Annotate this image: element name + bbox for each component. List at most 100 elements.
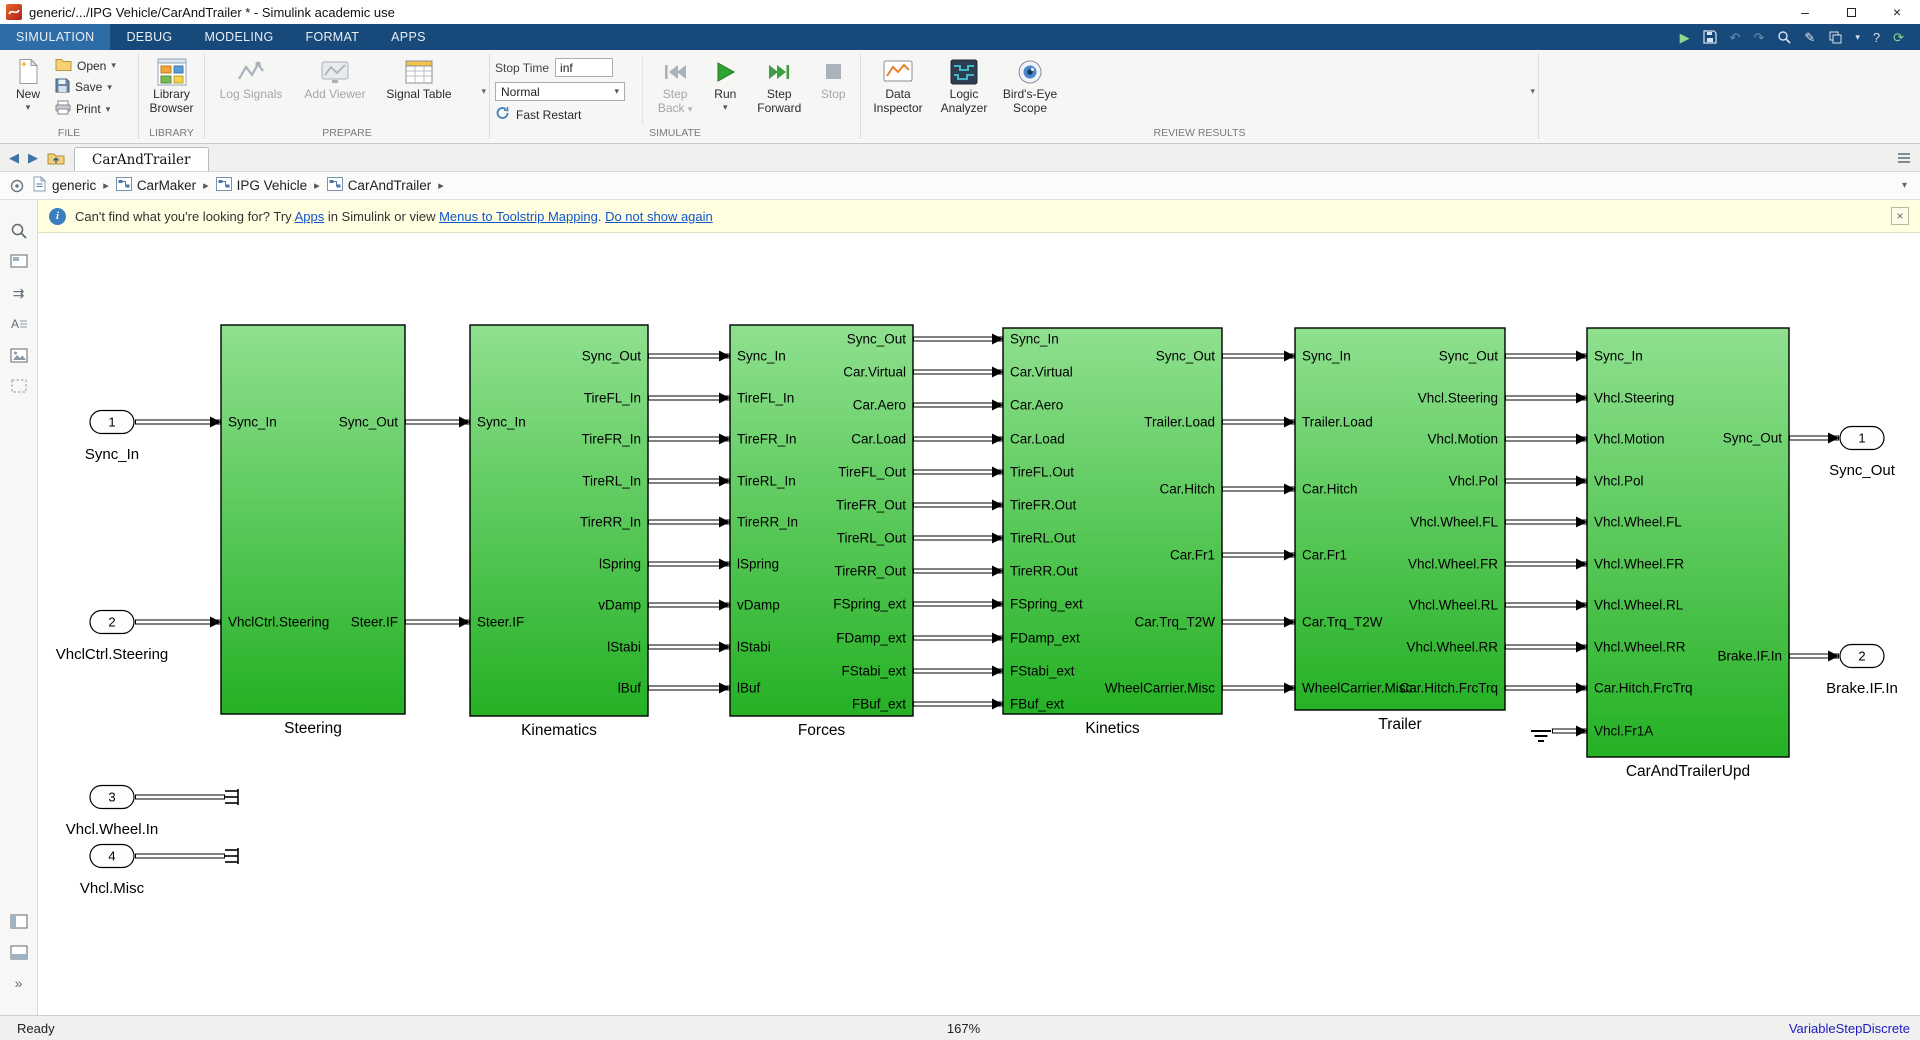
close-button[interactable]: × bbox=[1874, 0, 1920, 24]
outport-Brake.IF.In[interactable]: 2 Brake.IF.In bbox=[1826, 643, 1898, 698]
signal-wire[interactable] bbox=[913, 598, 1003, 610]
signal-wire[interactable] bbox=[1222, 682, 1295, 694]
outport-Sync_Out[interactable]: 1 Sync_Out bbox=[1829, 425, 1896, 480]
inport-Sync_In[interactable]: 1 Sync_In bbox=[85, 409, 139, 464]
tab-debug[interactable]: DEBUG bbox=[110, 24, 188, 50]
minimize-button[interactable]: – bbox=[1782, 0, 1828, 24]
signal-wire[interactable] bbox=[913, 665, 1003, 677]
library-browser-button[interactable]: Library Browser bbox=[144, 54, 199, 118]
signal-wire[interactable] bbox=[135, 416, 221, 428]
signal-wire[interactable] bbox=[1505, 433, 1587, 445]
select-area-icon[interactable] bbox=[9, 376, 29, 396]
subsystem-block-Trailer[interactable]: Sync_In Trailer.Load Car.Hitch Car.Fr1 Car.T… bbox=[1294, 327, 1506, 733]
signal-wire[interactable] bbox=[135, 616, 221, 628]
signal-wire[interactable] bbox=[648, 682, 730, 694]
signal-wire[interactable] bbox=[1222, 616, 1295, 628]
more-options-icon[interactable]: ▾ bbox=[1855, 32, 1860, 42]
signal-wire[interactable] bbox=[1222, 350, 1295, 362]
run-button[interactable]: Run ▾ bbox=[704, 54, 748, 114]
signal-wire[interactable] bbox=[913, 532, 1003, 544]
navigate-back-icon[interactable]: ◀ bbox=[9, 151, 19, 164]
signal-wire[interactable] bbox=[913, 565, 1003, 577]
zoom-icon[interactable] bbox=[9, 221, 29, 241]
terminator-icon[interactable] bbox=[225, 848, 239, 864]
signal-wire[interactable] bbox=[648, 392, 730, 404]
signal-wire[interactable] bbox=[1505, 641, 1587, 653]
menus-toolstrip-mapping-link[interactable]: Menus to Toolstrip Mapping bbox=[439, 209, 598, 224]
breadcrumb-item-carmaker[interactable]: CarMaker bbox=[115, 177, 196, 194]
signal-wire[interactable] bbox=[648, 475, 730, 487]
signal-wire[interactable] bbox=[1505, 558, 1587, 570]
annotate-icon[interactable]: ✎ bbox=[1804, 31, 1815, 44]
signal-wire[interactable] bbox=[913, 698, 1003, 710]
signal-wire[interactable] bbox=[913, 366, 1003, 378]
tab-list-icon[interactable] bbox=[1897, 152, 1911, 164]
subsystem-block-Steering[interactable]: Sync_In VhclCtrl.Steering Sync_Out Steer.IF… bbox=[220, 324, 406, 737]
signal-wire[interactable] bbox=[913, 499, 1003, 511]
breadcrumb-item-ipg-vehicle[interactable]: IPG Vehicle bbox=[215, 177, 307, 194]
signal-wire[interactable] bbox=[913, 466, 1003, 478]
logic-analyzer-button[interactable]: Logic Analyzer bbox=[932, 54, 996, 118]
subsystem-block-CarAndTrailerUpd[interactable]: Sync_In Vhcl.Steering Vhcl.Motion Vhcl.Pol V… bbox=[1586, 327, 1790, 780]
notification-close-icon[interactable]: × bbox=[1891, 207, 1909, 225]
inport-VhclCtrl.Steering[interactable]: 2 VhclCtrl.Steering bbox=[56, 609, 169, 664]
ground-icon[interactable] bbox=[1531, 730, 1551, 742]
fast-restart-label[interactable]: Fast Restart bbox=[516, 108, 581, 122]
tab-simulation[interactable]: SIMULATION bbox=[0, 24, 111, 50]
expand-icon[interactable]: » bbox=[9, 973, 29, 993]
solver-label[interactable]: VariableStepDiscrete bbox=[1789, 1021, 1910, 1036]
annotation-icon[interactable]: A bbox=[9, 314, 29, 334]
signal-wire[interactable] bbox=[1505, 516, 1587, 528]
breadcrumb-item-generic[interactable]: generic bbox=[32, 175, 96, 195]
data-inspector-button[interactable]: Data Inspector bbox=[866, 54, 930, 118]
signal-wire[interactable] bbox=[913, 333, 1003, 345]
explorer-bar-toggle-icon[interactable] bbox=[9, 178, 25, 194]
apps-link[interactable]: Apps bbox=[295, 209, 325, 224]
save-button[interactable]: Save ▾ bbox=[53, 78, 118, 96]
signal-wire[interactable] bbox=[648, 433, 730, 445]
add-viewer-button[interactable]: Add View­er bbox=[294, 54, 376, 104]
maximize-button[interactable] bbox=[1828, 0, 1874, 24]
terminator-icon[interactable] bbox=[225, 789, 239, 805]
do-not-show-again-link[interactable]: Do not show again bbox=[605, 209, 713, 224]
signal-wire[interactable] bbox=[405, 616, 470, 628]
breadcrumb-item-carandtrailer[interactable]: CarAndTrailer bbox=[326, 177, 431, 194]
signal-wire[interactable] bbox=[648, 350, 730, 362]
signal-wire[interactable] bbox=[1505, 599, 1587, 611]
stop-button[interactable]: Stop bbox=[811, 54, 855, 104]
signal-wire[interactable] bbox=[1505, 475, 1587, 487]
signal-route-icon[interactable]: ⇉ bbox=[9, 283, 29, 303]
birds-eye-scope-button[interactable]: Bird's-Eye Scope bbox=[998, 54, 1062, 118]
save-quick-icon[interactable] bbox=[1703, 30, 1717, 44]
signal-table-button[interactable]: Signal Table bbox=[378, 54, 460, 104]
simulation-mode-select[interactable]: Normal ▾ bbox=[495, 82, 625, 101]
document-tab[interactable]: CarAndTrailer bbox=[74, 147, 209, 171]
open-button[interactable]: Open ▾ bbox=[53, 57, 118, 74]
image-icon[interactable] bbox=[9, 345, 29, 365]
model-canvas[interactable]: Sync_In VhclCtrl.Steering Sync_Out Steer.IF… bbox=[38, 233, 1920, 1015]
signal-wire[interactable] bbox=[1505, 350, 1587, 362]
signal-wire[interactable] bbox=[1789, 650, 1839, 662]
stop-time-input[interactable] bbox=[555, 58, 614, 77]
new-button[interactable]: New ▾ bbox=[5, 54, 51, 114]
run-quick-icon[interactable]: ▶ bbox=[1680, 31, 1690, 44]
subsystem-block-Kinematics[interactable]: Sync_In Steer.IF Sync_Out TireFL_In TireFR_I… bbox=[469, 324, 649, 739]
model-browser-icon[interactable] bbox=[9, 911, 29, 931]
signal-wire[interactable] bbox=[648, 641, 730, 653]
signal-wire[interactable] bbox=[405, 416, 470, 428]
signal-wire[interactable] bbox=[1222, 416, 1295, 428]
signal-wire[interactable] bbox=[1505, 392, 1587, 404]
signal-wire[interactable] bbox=[1789, 432, 1839, 444]
tab-apps[interactable]: APPS bbox=[375, 24, 442, 50]
redo-icon[interactable]: ↷ bbox=[1754, 31, 1765, 44]
step-forward-button[interactable]: Step Forward bbox=[749, 54, 809, 118]
signal-wire[interactable] bbox=[913, 433, 1003, 445]
undo-icon[interactable]: ↶ bbox=[1730, 31, 1741, 44]
signal-wire[interactable] bbox=[913, 399, 1003, 411]
subsystem-block-Forces[interactable]: Sync_In TireFL_In TireFR_In TireRL_In TireRR… bbox=[729, 324, 914, 739]
signal-wire[interactable] bbox=[1552, 725, 1587, 737]
prepare-gallery-expand-icon[interactable]: ▾ bbox=[481, 86, 486, 97]
interface-view-icon[interactable] bbox=[9, 942, 29, 962]
tab-format[interactable]: FORMAT bbox=[290, 24, 376, 50]
step-back-button[interactable]: Step Back ▾ bbox=[649, 54, 702, 118]
